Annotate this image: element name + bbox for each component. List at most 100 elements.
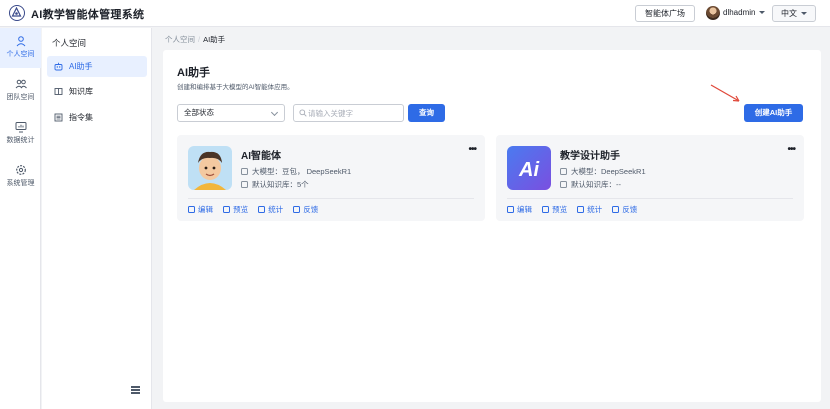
sidebar-item-label: AI助手 [69,62,93,71]
status-filter-value: 全部状态 [184,108,214,117]
sidebar-item-knowledge-base[interactable]: 知识库 [47,81,147,102]
send-icon [223,206,231,213]
rail-item-personal-space[interactable]: 个人空间 [0,28,41,68]
assistant-avatar: Ai [507,146,551,190]
book-icon [54,88,63,95]
statistics-action[interactable]: 统计 [258,205,283,214]
edit-icon [188,206,195,213]
database-icon [560,181,567,188]
top-header: AI教学智能体管理系统 智能体广场 dlhadmin 中文 [0,0,830,27]
username-label: dlhadmin [723,8,756,17]
rail-item-statistics[interactable]: 数据统计 [0,114,41,154]
action-label: 编辑 [517,205,532,214]
model-value: DeepSeekR1 [601,167,646,176]
rail-item-label: 系统管理 [6,180,35,187]
rail-item-label: 个人空间 [6,51,35,58]
model-info: 大模型：豆包， DeepSeekR1 [241,166,351,177]
model-label: 大模型： [252,167,282,176]
primary-nav-rail: 个人空间 团队空间 数据统计 系统管理 [0,28,41,409]
card-actions: 编辑 预览 统计 反馈 [188,204,326,215]
rail-item-label: 数据统计 [6,137,35,144]
rail-item-team-space[interactable]: 团队空间 [0,71,41,111]
action-label: 统计 [587,205,603,214]
assistant-card[interactable]: Ai 教学设计助手 ••• 大模型：DeepSeekR1 默认知识库：-- 编辑… [496,135,804,221]
chevron-down-icon [270,108,279,117]
user-avatar[interactable] [706,6,720,20]
preview-action[interactable]: 预览 [223,205,248,214]
statistics-action[interactable]: 统计 [577,205,602,214]
user-menu[interactable]: dlhadmin [723,8,766,17]
rail-item-system-admin[interactable]: 系统管理 [0,157,41,197]
action-label: 预览 [233,205,249,214]
edit-action[interactable]: 编辑 [188,205,213,214]
page-title: AI助手 [177,67,210,79]
model-value: 豆包， DeepSeekR1 [282,167,352,176]
action-label: 预览 [552,205,568,214]
search-box[interactable] [293,104,404,122]
kb-value: 5个 [297,180,309,189]
action-label: 反馈 [303,205,319,214]
divider [188,198,474,199]
user-icon [16,36,25,47]
assistant-name: 教学设计助手 [560,151,620,162]
search-input[interactable] [308,107,400,119]
database-icon [241,181,248,188]
collapse-menu-icon[interactable] [131,386,140,394]
assistant-card[interactable]: AI智能体 ••• 大模型：豆包， DeepSeekR1 默认知识库：5个 编辑… [177,135,485,221]
knowledge-base-info: 默认知识库：5个 [241,179,309,190]
sidebar-item-instruction-set[interactable]: 指令集 [47,107,147,128]
breadcrumb-root[interactable]: 个人空间 [165,35,195,44]
breadcrumb-separator: / [198,35,201,44]
status-filter-select[interactable]: 全部状态 [177,104,285,122]
assistant-name: AI智能体 [241,151,281,162]
preview-action[interactable]: 预览 [542,205,567,214]
secondary-sidebar: 个人空间 AI助手 知识库 指令集 [42,28,152,409]
feedback-icon [612,206,620,213]
agent-market-button[interactable]: 智能体广场 [635,5,695,22]
send-icon [542,206,550,213]
page-description: 创建和编排基于大模型的AI智能体应用。 [177,84,294,91]
main-panel: AI助手 创建和编排基于大模型的AI智能体应用。 全部状态 查询 创建AI助手 … [163,50,821,402]
action-label: 统计 [268,205,284,214]
language-select[interactable]: 中文 [772,5,816,22]
ai-logo-text: Ai [518,159,539,181]
gear-icon [15,165,26,175]
create-ai-assistant-button[interactable]: 创建AI助手 [744,104,803,122]
chart-icon [258,206,266,213]
card-actions: 编辑 预览 统计 反馈 [507,204,645,215]
assistant-avatar [188,146,232,190]
action-label: 编辑 [198,205,213,214]
annotation-arrow-icon [710,84,740,102]
edit-action[interactable]: 编辑 [507,205,532,214]
list-icon [54,113,63,122]
sidebar-item-ai-assistant[interactable]: AI助手 [47,56,147,77]
query-button[interactable]: 查询 [408,104,445,122]
model-icon [241,168,248,175]
chevron-down-icon [801,12,807,16]
model-info: 大模型：DeepSeekR1 [560,166,646,177]
chart-icon [577,206,585,213]
app-title: AI教学智能体管理系统 [31,9,145,21]
robot-icon [54,62,63,71]
feedback-icon [293,206,301,213]
feedback-action[interactable]: 反馈 [612,205,637,214]
model-icon [560,168,567,175]
sidebar-title: 个人空间 [52,38,87,48]
more-icon[interactable]: ••• [468,145,476,155]
search-icon [299,109,307,117]
breadcrumb-current: AI助手 [203,35,226,44]
language-label: 中文 [781,9,797,18]
kb-value: -- [616,180,621,189]
team-icon [15,79,27,89]
feedback-action[interactable]: 反馈 [293,205,318,214]
sidebar-item-label: 知识库 [69,87,93,96]
knowledge-base-info: 默认知识库：-- [560,179,621,190]
kb-label: 默认知识库： [252,180,297,189]
breadcrumb: 个人空间 / AI助手 [165,34,225,45]
edit-icon [507,206,514,213]
model-label: 大模型： [571,167,601,176]
more-icon[interactable]: ••• [787,145,795,155]
rail-item-label: 团队空间 [6,94,35,101]
sidebar-item-label: 指令集 [69,113,93,122]
action-label: 反馈 [622,205,638,214]
